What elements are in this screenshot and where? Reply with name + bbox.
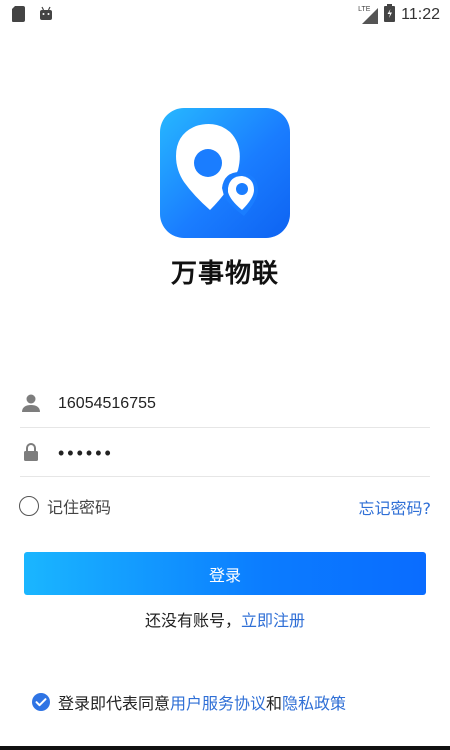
register-prompt: 还没有账号， [144, 611, 241, 630]
signal-icon: LTE [358, 6, 379, 24]
status-bar: LTE 11:22 [0, 0, 450, 28]
remember-radio[interactable] [19, 496, 39, 516]
register-link[interactable]: 立即注册 [241, 611, 305, 630]
lock-icon [20, 441, 42, 463]
password-input[interactable] [58, 435, 418, 471]
user-agreement-link[interactable]: 用户服务协议 [170, 690, 266, 714]
remember-label: 记住密码 [47, 498, 112, 517]
app-logo [160, 108, 290, 238]
agreement-checkbox[interactable] [32, 693, 50, 711]
register-row: 还没有账号，立即注册 [0, 607, 450, 631]
phone-field[interactable] [20, 380, 430, 428]
agreement-prefix: 登录即代表同意 [58, 694, 171, 713]
navigation-bar [0, 746, 450, 750]
forgot-password-link[interactable]: 忘记密码? [359, 495, 432, 519]
location-pins-icon [176, 124, 258, 216]
agreement-row: 登录即代表同意 用户服务协议和隐私政策 [32, 690, 346, 714]
android-icon [38, 6, 54, 26]
user-icon [20, 392, 42, 414]
privacy-policy-link[interactable]: 隐私政策 [282, 690, 346, 714]
remember-password-toggle[interactable]: 记住密码 [19, 494, 111, 518]
phone-input[interactable] [58, 386, 418, 422]
sd-card-icon [12, 6, 26, 26]
login-button[interactable]: 登录 [24, 552, 426, 595]
app-name: 万事物联 [170, 259, 279, 289]
clock: 11:22 [401, 6, 440, 23]
agreement-and: 和 [266, 694, 283, 713]
battery-icon [384, 4, 396, 26]
password-field[interactable] [20, 429, 430, 477]
check-icon [35, 698, 47, 707]
